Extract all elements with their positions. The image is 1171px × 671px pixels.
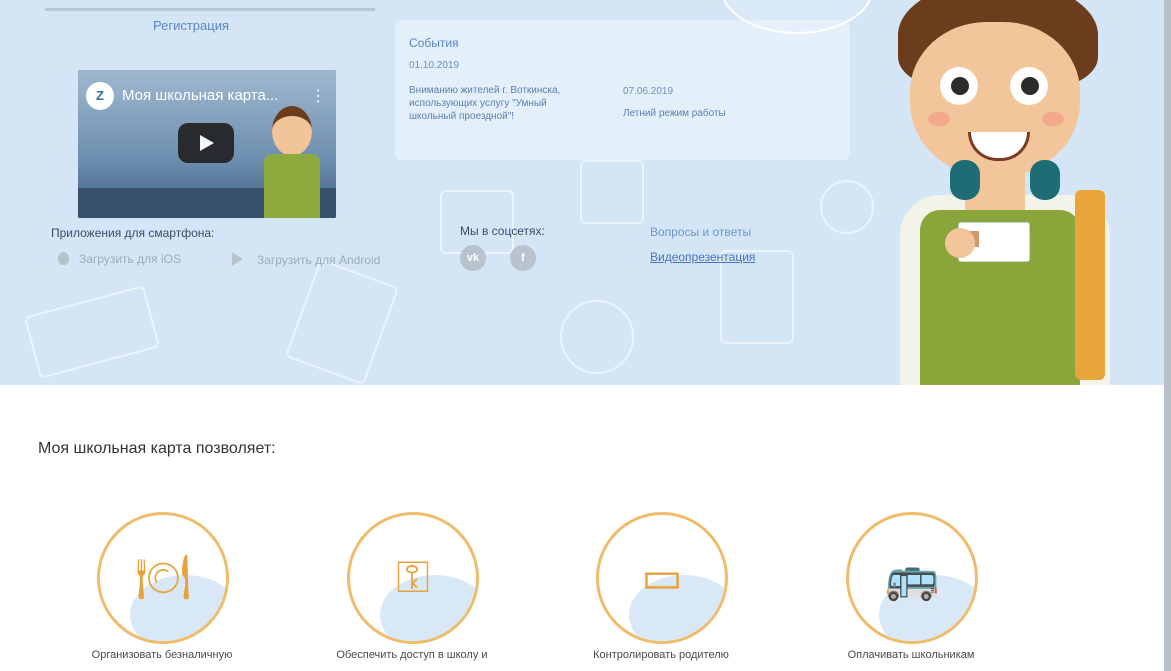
turnstile-glyph: ⚿ [396,552,430,603]
headphones-right-icon [1030,160,1060,200]
apps-title: Приложения для смартфона: [51,226,215,240]
channel-logo-icon[interactable]: Z [86,82,114,110]
doodle-paper [720,250,794,344]
video-player[interactable]: Z Моя школьная карта... ⋮ [78,70,336,218]
download-ios-label: Загрузить для iOS [79,252,181,266]
doodle-calculator [580,160,644,224]
mascot-right-cheek [1042,112,1064,126]
hero-banner: Регистрация Z Моя школьная карта... ⋮ Со… [0,0,1171,385]
vk-icon[interactable]: vk [460,245,486,271]
facebook-icon[interactable]: f [510,245,536,271]
mascot-left-eye [940,67,978,105]
feature-label: Контролировать родителю [593,649,729,661]
top-scroll-indicator [45,8,375,11]
doodle-book [284,258,400,385]
headphones-left-icon [950,160,980,200]
window-right-edge [1164,0,1171,671]
mascot-backpack-strap [1075,190,1105,380]
turnstile-icon: ⚿ [347,512,479,644]
registration-link[interactable]: Регистрация [153,18,229,33]
feature-label: Обеспечить доступ в школу и [336,649,488,661]
mascot-boy-illustration [880,0,1130,385]
download-ios-link[interactable]: Загрузить для iOS [58,252,181,266]
wallet-glyph: ▭ [641,552,683,603]
doodle-notebook [440,190,514,254]
event-link[interactable]: Летний режим работы [623,108,726,119]
wallet-icon: ▭ [596,512,728,644]
events-heading[interactable]: События [409,36,459,50]
character-body [264,154,320,218]
bus-glyph: 🚌 [884,552,940,603]
mascot-mouth [968,132,1030,161]
mascot-hand [945,228,975,258]
feature-label: Организовать безналичную [91,649,233,661]
character-head [272,106,312,156]
doodle-bell [820,180,874,234]
mascot-face [910,22,1080,177]
mascot-right-eye [1010,67,1048,105]
plate-cutlery-icon: 🍽 [97,512,229,644]
event-date: 07.06.2019 [623,86,674,97]
video-thumbnail-character [258,100,328,218]
video-title[interactable]: Моя школьная карта... [122,87,278,104]
download-android-label: Загрузить для Android [257,253,381,267]
plate-glyph: 🍽 [135,552,191,603]
doodle-ruler [23,285,161,379]
apple-icon [58,252,69,265]
play-button[interactable] [178,123,234,163]
event-link[interactable]: Вниманию жителей г. Воткинска, использую… [409,84,579,123]
more-options-icon[interactable]: ⋮ [310,86,326,106]
transport-icon: 🚌 [846,512,978,644]
doodle-bear [560,300,634,374]
features-title: Моя школьная карта позволяет: [38,440,276,457]
google-play-icon [232,252,243,266]
event-date: 01.10.2019 [409,60,460,71]
social-title: Мы в соцсетях: [460,224,545,238]
download-android-link[interactable]: Загрузить для Android [232,252,380,267]
mascot-right-pupil [1021,77,1039,95]
feature-label: Оплачивать школьникам [847,649,975,661]
video-presentation-link[interactable]: Видеопрезентация [650,250,755,264]
mascot-left-pupil [951,77,969,95]
faq-link[interactable]: Вопросы и ответы [650,225,751,239]
mascot-left-cheek [928,112,950,126]
